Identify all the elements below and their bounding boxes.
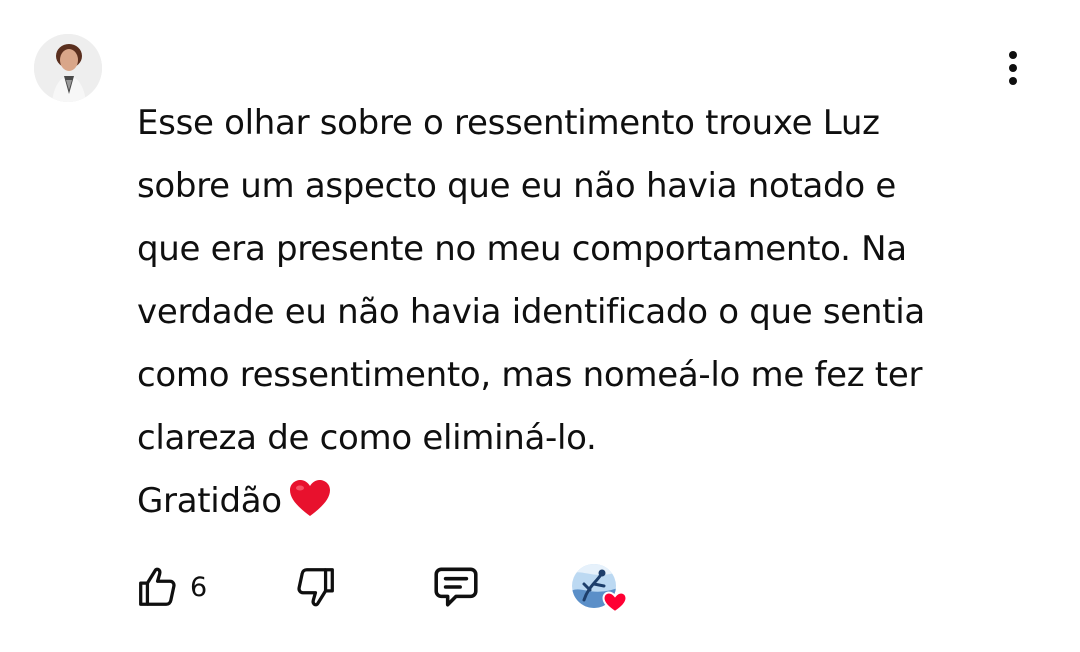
like-button[interactable]: 6 [134, 560, 207, 614]
comment-line: que era presente no meu comportamento. N… [137, 229, 907, 269]
red-heart-emoji [289, 480, 330, 516]
thumbs-up-icon [139, 567, 176, 606]
like-count: 6 [190, 571, 208, 603]
reply-comment-icon [434, 567, 478, 607]
comment-action-bar: 6 [0, 560, 1080, 614]
avatar[interactable] [34, 34, 102, 102]
thumbs-down-icon [297, 568, 334, 607]
comment-last-line: Gratidão [137, 470, 1017, 533]
creator-avatar-heart-icon [572, 564, 628, 614]
more-options-button[interactable] [996, 44, 1030, 92]
more-vertical-icon-dot [1009, 77, 1017, 85]
comment-line: verdade eu não havia identificado o que … [137, 292, 925, 332]
comment-line: clareza de como eliminá-lo. [137, 418, 597, 458]
comment-line: Esse olhar sobre o ressentimento trouxe … [137, 103, 880, 143]
comment-line: como ressentimento, mas nomeá-lo me fez … [137, 355, 923, 395]
comment-line: sobre um aspecto que eu não havia notado… [137, 166, 896, 206]
reply-button[interactable] [431, 560, 481, 614]
more-vertical-icon-dot [1009, 64, 1017, 72]
comment-line: Gratidão [137, 481, 282, 521]
creator-heart-badge [570, 562, 630, 616]
comment-body: Esse olhar sobre o ressentimento trouxe … [137, 92, 1017, 533]
more-vertical-icon-dot [1009, 51, 1017, 59]
avatar-image [34, 34, 102, 102]
dislike-button[interactable] [293, 560, 339, 614]
